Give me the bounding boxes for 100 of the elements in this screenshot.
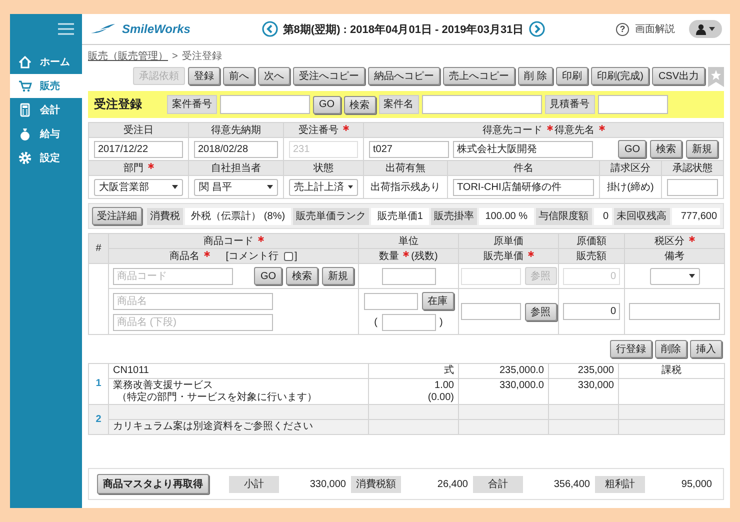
toolbar-button[interactable]: 印刷(完成) bbox=[590, 67, 650, 85]
toolbar-button[interactable]: 受注へコピー bbox=[292, 67, 365, 85]
input-field[interactable] bbox=[460, 303, 520, 320]
input-field[interactable] bbox=[382, 314, 436, 331]
field-label: 得意先名 bbox=[554, 124, 594, 137]
table-cell: 課税 bbox=[618, 364, 724, 378]
nav-item[interactable]: 給与 bbox=[10, 122, 82, 146]
field-label: 受注日 bbox=[124, 124, 154, 137]
action-button[interactable]: 参照 bbox=[524, 302, 556, 320]
row-action-button[interactable]: 削除 bbox=[655, 340, 687, 358]
toolbar-button[interactable]: 次へ bbox=[258, 67, 290, 85]
action-button[interactable]: 新規 bbox=[322, 267, 354, 285]
input-field[interactable] bbox=[220, 95, 310, 114]
item-text: 1.00 bbox=[434, 380, 454, 392]
field-label: 請求区分 bbox=[610, 162, 650, 175]
input-field[interactable] bbox=[422, 95, 542, 114]
table-cell: 235,000 bbox=[548, 364, 618, 378]
caret-icon bbox=[267, 185, 273, 189]
action-button[interactable]: 検索 bbox=[650, 140, 682, 158]
input-field[interactable]: 商品名 bbox=[113, 292, 273, 310]
bookmark-icon[interactable] bbox=[708, 67, 724, 87]
action-button[interactable]: GO bbox=[254, 267, 282, 285]
action-button[interactable]: 在庫 bbox=[422, 292, 454, 310]
nav-item[interactable]: 販売 bbox=[10, 74, 82, 98]
money-bag-icon bbox=[18, 127, 32, 141]
toolbar-button[interactable]: 前へ bbox=[222, 67, 255, 85]
cart-icon bbox=[18, 79, 32, 93]
next-icon[interactable] bbox=[528, 21, 545, 37]
person-icon bbox=[696, 24, 706, 34]
input-field[interactable]: 商品コード bbox=[113, 268, 233, 284]
toolbar-button[interactable]: 納品へコピー bbox=[368, 67, 440, 85]
breadcrumb-separator: > bbox=[172, 50, 178, 62]
item-note: （特定の部門・サービスを対象に行います） bbox=[116, 392, 318, 403]
input-field[interactable]: 株式会社大阪開発 bbox=[453, 140, 593, 158]
reload-button[interactable]: 商品マスタより再取得 bbox=[97, 474, 209, 494]
dropdown[interactable]: 関 昌平 bbox=[194, 178, 278, 196]
row-action-button[interactable]: 挿入 bbox=[690, 340, 722, 358]
field-label: 与信限度額 bbox=[536, 208, 592, 224]
field-value: 外税（伝票計） (8%) bbox=[185, 208, 292, 224]
column-label: 商品コード bbox=[204, 234, 254, 248]
input-field[interactable]: 2018/02/28 bbox=[194, 140, 278, 158]
row-number: 1 bbox=[88, 364, 108, 404]
column-label: 備考 bbox=[664, 250, 684, 263]
field-value: 0 bbox=[594, 208, 612, 224]
column-label: ] bbox=[294, 250, 298, 262]
toolbar-button[interactable]: 売上へコピー bbox=[442, 67, 515, 85]
checkbox[interactable] bbox=[284, 252, 292, 260]
column-label: 単位 bbox=[398, 235, 418, 248]
input-field[interactable] bbox=[629, 303, 720, 320]
action-button[interactable]: 検索 bbox=[344, 96, 376, 114]
action-button[interactable]: 検索 bbox=[286, 267, 318, 285]
input-field[interactable]: TORI-CHI店舗研修の件 bbox=[453, 178, 594, 196]
input-field[interactable] bbox=[364, 292, 418, 310]
help-icon[interactable]: ? bbox=[616, 22, 629, 36]
toolbar-button[interactable]: 削 除 bbox=[518, 67, 553, 85]
breadcrumb-link[interactable]: 販売（販売管理） bbox=[88, 49, 168, 63]
field-label: 件名 bbox=[514, 162, 534, 175]
field-label: 粗利計 bbox=[595, 476, 645, 492]
input-field[interactable] bbox=[667, 178, 718, 196]
column-label: 数量 bbox=[379, 250, 400, 263]
dropdown[interactable]: 大阪営業部 bbox=[94, 178, 183, 196]
home-icon bbox=[18, 55, 32, 69]
input-field[interactable]: 商品名 (下段) bbox=[113, 314, 273, 330]
input-field[interactable]: 2017/12/22 bbox=[94, 140, 183, 158]
field-label: 小計 bbox=[229, 476, 279, 492]
nav-item[interactable]: ホーム bbox=[10, 50, 82, 74]
input-field[interactable]: 0 bbox=[563, 303, 620, 320]
dropdown[interactable]: 売上計上済 bbox=[289, 178, 358, 196]
field-text: 出荷指示残あり bbox=[370, 180, 440, 194]
field-label: 消費税額 bbox=[351, 476, 401, 492]
previous-icon[interactable] bbox=[262, 21, 278, 37]
input-field[interactable] bbox=[382, 268, 436, 284]
table-cell: CN1011 bbox=[108, 364, 368, 378]
dropdown[interactable] bbox=[650, 268, 700, 284]
action-button[interactable]: GO bbox=[313, 96, 341, 114]
field-text: ( bbox=[374, 317, 378, 328]
input-field[interactable]: t027 bbox=[369, 140, 449, 158]
item-note: (0.00) bbox=[426, 392, 454, 403]
nav-item[interactable]: 会計 bbox=[10, 98, 82, 122]
action-button[interactable]: GO bbox=[618, 140, 646, 158]
help-link[interactable]: 画面解説 bbox=[635, 22, 675, 36]
row-action-button[interactable]: 行登録 bbox=[610, 340, 652, 358]
action-button[interactable]: 新規 bbox=[686, 140, 718, 158]
field-label: 未回収残高 bbox=[614, 208, 670, 224]
menu-icon[interactable] bbox=[58, 23, 74, 35]
toolbar-button[interactable]: 登録 bbox=[188, 67, 220, 85]
nav-item[interactable]: 設定 bbox=[10, 146, 82, 170]
user-menu-button[interactable] bbox=[689, 20, 722, 38]
field-text: 掛け(締め) bbox=[607, 180, 654, 194]
settings-icon bbox=[18, 151, 32, 165]
field-value: 販売単価1 bbox=[371, 208, 430, 224]
logo-icon bbox=[90, 23, 116, 35]
field-label: 見積番号 bbox=[544, 95, 595, 114]
logo-text: SmileWorks bbox=[122, 22, 190, 36]
detail-button[interactable]: 受注詳細 bbox=[92, 207, 142, 225]
column-label: (残数) bbox=[411, 250, 438, 263]
input-field[interactable] bbox=[598, 95, 668, 114]
toolbar-button[interactable]: 印刷 bbox=[556, 67, 588, 85]
toolbar-button[interactable]: CSV出力 bbox=[652, 67, 705, 85]
field-label: 案件名 bbox=[378, 95, 419, 114]
